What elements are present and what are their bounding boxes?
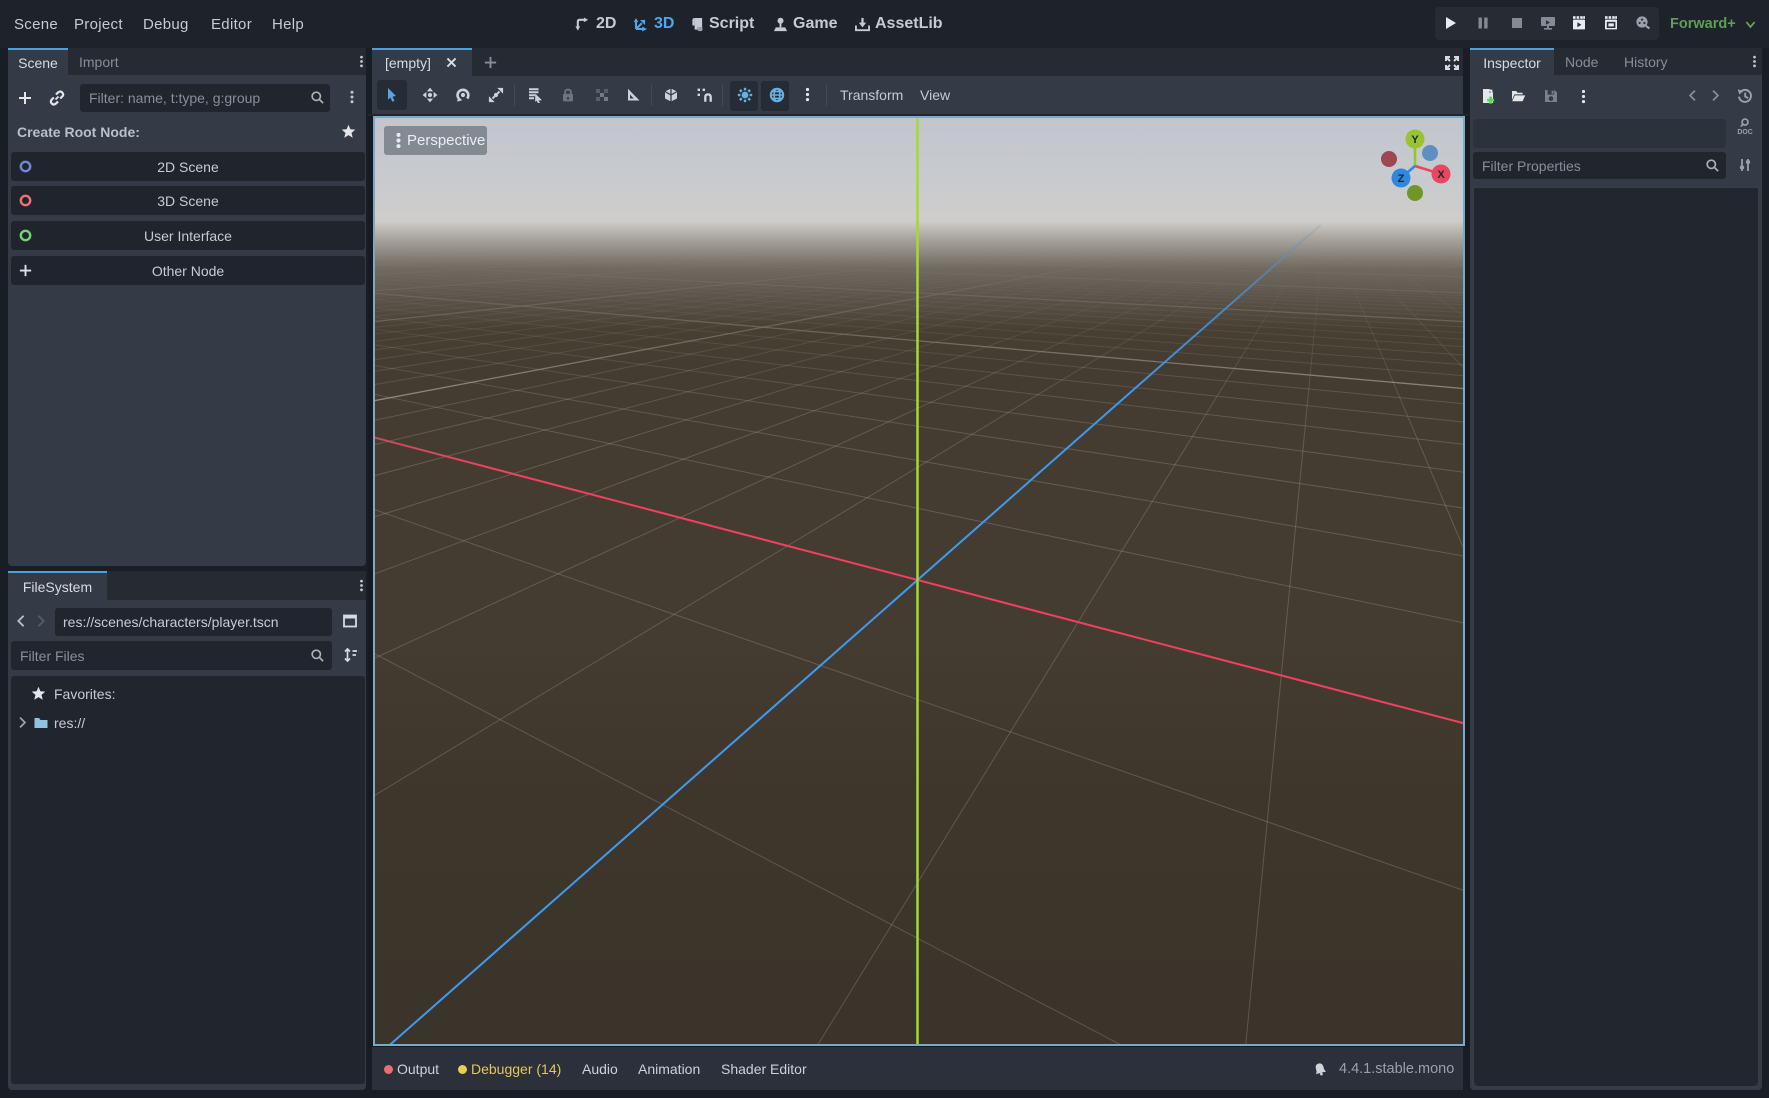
svg-text:X: X [1437,169,1445,181]
svg-text:Z: Z [1398,173,1405,185]
svg-text:Y: Y [1411,134,1419,146]
svg-text:DOC: DOC [1737,129,1752,135]
